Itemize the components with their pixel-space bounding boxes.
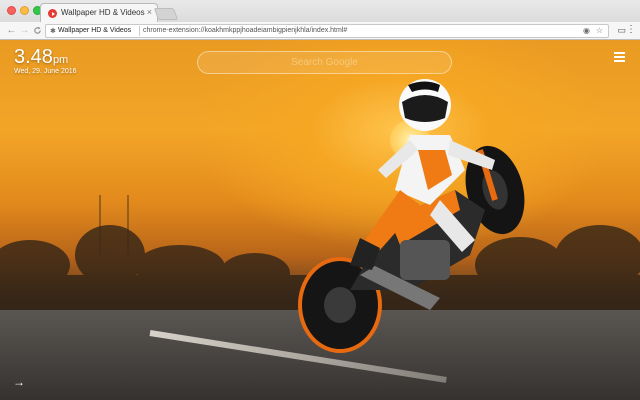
new-tab-page: 3.48pm Wed, 29. June 2016 → (0, 40, 640, 400)
browser-toolbar: ← → ✱ Wallpaper HD & Videos chrome-exten… (0, 22, 640, 40)
browser-titlebar: Wallpaper HD & Videos × (0, 0, 640, 23)
cast-icon[interactable]: ▭ (617, 25, 626, 36)
back-icon[interactable]: ← (5, 24, 18, 37)
next-arrow-icon[interactable]: → (13, 376, 25, 388)
new-tab-button[interactable] (153, 8, 179, 20)
star-icon[interactable]: ☆ (596, 26, 603, 35)
youtube-play-icon (48, 9, 57, 18)
motorcycle-rider-image (298, 79, 525, 353)
tab-title: Wallpaper HD & Videos (61, 8, 145, 17)
hamburger-menu-icon[interactable] (614, 52, 625, 62)
address-url[interactable]: chrome-extension://koakhmkppjhoadeiambig… (143, 27, 347, 34)
clock: 3.48pm (14, 46, 68, 69)
address-bar[interactable]: ✱ Wallpaper HD & Videos chrome-extension… (45, 24, 609, 38)
browser-menu-icon[interactable]: ⋮ (626, 23, 636, 37)
extension-site-label: Wallpaper HD & Videos (58, 27, 132, 34)
clock-suffix: pm (52, 54, 69, 66)
close-window-button[interactable] (7, 6, 16, 15)
target-icon[interactable]: ◉ (583, 26, 590, 35)
tab-close-icon[interactable]: × (147, 7, 152, 18)
address-separator (139, 26, 140, 36)
forward-icon[interactable]: → (18, 24, 31, 37)
tab-wallpaper[interactable]: Wallpaper HD & Videos × (40, 3, 158, 23)
date-label: Wed, 29. June 2016 (14, 68, 77, 75)
reload-icon[interactable] (31, 24, 44, 37)
minimize-window-button[interactable] (20, 6, 29, 15)
clock-time: 3.48 (14, 46, 53, 68)
puzzle-icon: ✱ (50, 28, 56, 35)
search-box[interactable] (197, 51, 452, 74)
search-input[interactable] (198, 52, 451, 73)
